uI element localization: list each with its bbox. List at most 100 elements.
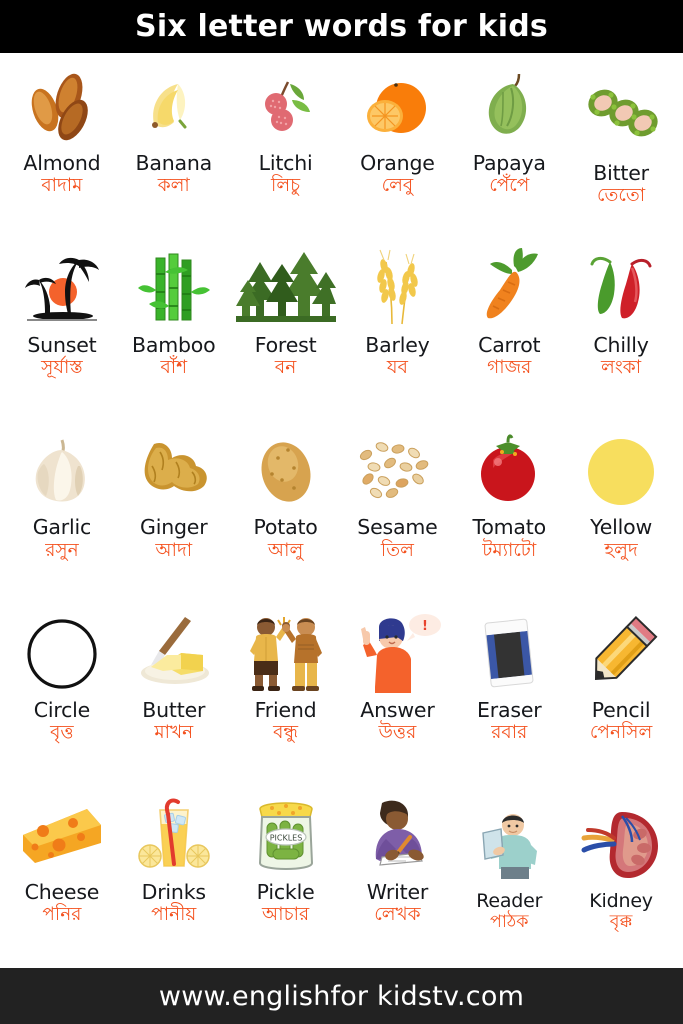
pickle-jar-icon: PICKLES xyxy=(230,792,342,878)
word-cell-bitter[interactable]: Bitter তেতো xyxy=(565,57,677,239)
word-cell-bamboo[interactable]: Bamboo বাঁশ xyxy=(118,239,230,421)
writer-icon xyxy=(342,792,454,878)
word-cell-carrot[interactable]: Carrot গাজর xyxy=(453,239,565,421)
word-bengali: বন xyxy=(274,357,297,379)
word-english: Forest xyxy=(254,333,317,358)
pickle-jar-label: PICKLES xyxy=(269,833,302,842)
bamboo-icon xyxy=(118,245,230,331)
word-grid: Almond বাদাম Banana কলা Litchi লিচু Oran… xyxy=(0,53,683,968)
title-bar: Six letter words for kids xyxy=(0,0,683,53)
word-bengali: বন্ধু xyxy=(273,721,299,743)
word-english: Friend xyxy=(254,697,317,722)
word-cell-butter[interactable]: Butter মাখন xyxy=(118,604,230,786)
word-cell-kidney[interactable]: Kidney বৃক্ক xyxy=(565,786,677,968)
word-cell-almond[interactable]: Almond বাদাম xyxy=(6,57,118,239)
word-english: Writer xyxy=(366,879,429,904)
word-english: Chilly xyxy=(593,333,649,358)
word-bengali: লেখক xyxy=(374,903,421,925)
word-bengali: উত্তর xyxy=(378,721,417,743)
word-cell-papaya[interactable]: Papaya পেঁপে xyxy=(453,57,565,239)
cheese-icon xyxy=(6,792,118,878)
word-cell-circle[interactable]: Circle বৃত্ত xyxy=(6,604,118,786)
word-english: Circle xyxy=(33,697,91,722)
lemonade-icon xyxy=(118,792,230,878)
word-cell-sunset[interactable]: Sunset সূর্যাস্ত xyxy=(6,239,118,421)
orange-icon xyxy=(342,63,454,149)
word-english: Butter xyxy=(142,697,206,722)
answer-person-icon: ! xyxy=(342,610,454,696)
ginger-icon xyxy=(118,427,230,513)
kidney-icon xyxy=(565,802,677,888)
word-cell-pencil[interactable]: Pencil পেনসিল xyxy=(565,604,677,786)
word-cell-chilly[interactable]: Chilly লংকা xyxy=(565,239,677,421)
word-english: Eraser xyxy=(477,697,542,722)
footer-bar: www.englishfor kidstv.com xyxy=(0,968,683,1024)
word-english: Cheese xyxy=(24,879,100,904)
word-bengali: যব xyxy=(386,357,408,379)
word-cell-potato[interactable]: Potato আলু xyxy=(230,421,342,603)
sunset-icon xyxy=(6,245,118,331)
word-bengali: গাজর xyxy=(487,357,532,379)
word-cell-writer[interactable]: Writer লেখক xyxy=(342,786,454,968)
word-english: Yellow xyxy=(590,515,653,540)
word-cell-reader[interactable]: Reader পাঠক xyxy=(453,786,565,968)
word-english: Tomato xyxy=(472,515,546,540)
word-bengali: বাঁশ xyxy=(160,357,188,379)
word-bengali: কলা xyxy=(157,175,190,197)
word-english: Bamboo xyxy=(131,333,216,358)
butter-icon xyxy=(118,610,230,696)
word-bengali: হলুদ xyxy=(604,539,638,561)
word-english: Pencil xyxy=(591,697,651,722)
word-bengali: রসুন xyxy=(45,539,79,561)
word-english: Barley xyxy=(365,333,430,358)
word-bengali: মাখন xyxy=(154,721,194,743)
word-bengali: রবার xyxy=(491,721,528,743)
almond-icon xyxy=(6,63,118,149)
word-english: Pickle xyxy=(256,879,315,904)
tomato-icon xyxy=(453,427,565,513)
word-bengali: টম্যাটো xyxy=(482,539,537,561)
word-cell-barley[interactable]: Barley যব xyxy=(342,239,454,421)
word-cell-ginger[interactable]: Ginger আদা xyxy=(118,421,230,603)
yellow-circle-icon xyxy=(565,427,677,513)
word-cell-orange[interactable]: Orange লেবু xyxy=(342,57,454,239)
word-bengali: আচার xyxy=(262,903,310,925)
word-bengali: লিচু xyxy=(271,175,301,197)
word-cell-forest[interactable]: Forest বন xyxy=(230,239,342,421)
word-cell-yellow[interactable]: Yellow হলুদ xyxy=(565,421,677,603)
svg-text:!: ! xyxy=(422,619,428,634)
word-cell-litchi[interactable]: Litchi লিচু xyxy=(230,57,342,239)
word-bengali: আলু xyxy=(267,539,304,561)
word-english: Kidney xyxy=(589,889,653,912)
word-bengali: পাঠক xyxy=(489,912,529,933)
word-bengali: পেঁপে xyxy=(489,175,530,197)
word-bengali: লংকা xyxy=(601,357,642,379)
word-bengali: বৃত্ত xyxy=(50,721,74,743)
circle-outline-icon xyxy=(6,610,118,696)
word-cell-eraser[interactable]: Eraser রবার xyxy=(453,604,565,786)
bitter-gourd-icon xyxy=(565,73,677,159)
chilly-icon xyxy=(565,245,677,331)
forest-icon xyxy=(230,245,342,331)
word-cell-banana[interactable]: Banana কলা xyxy=(118,57,230,239)
potato-icon xyxy=(230,427,342,513)
word-bengali: আদা xyxy=(155,539,193,561)
word-bengali: পানীয় xyxy=(151,903,197,925)
word-english: Bitter xyxy=(593,161,649,185)
word-cell-tomato[interactable]: Tomato টম্যাটো xyxy=(453,421,565,603)
word-cell-garlic[interactable]: Garlic রসুন xyxy=(6,421,118,603)
word-cell-friend[interactable]: Friend বন্ধু xyxy=(230,604,342,786)
papaya-icon xyxy=(453,63,565,149)
word-english: Papaya xyxy=(472,151,546,175)
word-cell-drinks[interactable]: Drinks পানীয় xyxy=(118,786,230,968)
reader-icon xyxy=(453,802,565,888)
word-cell-answer[interactable]: ! Answer উত্তর xyxy=(342,604,454,786)
word-cell-pickle[interactable]: PICKLES Pickle আচার xyxy=(230,786,342,968)
sesame-icon xyxy=(342,427,454,513)
word-bengali: বৃক্ক xyxy=(609,912,633,933)
word-cell-sesame[interactable]: Sesame তিল xyxy=(342,421,454,603)
word-cell-cheese[interactable]: Cheese পনির xyxy=(6,786,118,968)
barley-icon xyxy=(342,245,454,331)
word-english: Reader xyxy=(476,889,543,912)
word-bengali: পেনসিল xyxy=(589,721,653,743)
